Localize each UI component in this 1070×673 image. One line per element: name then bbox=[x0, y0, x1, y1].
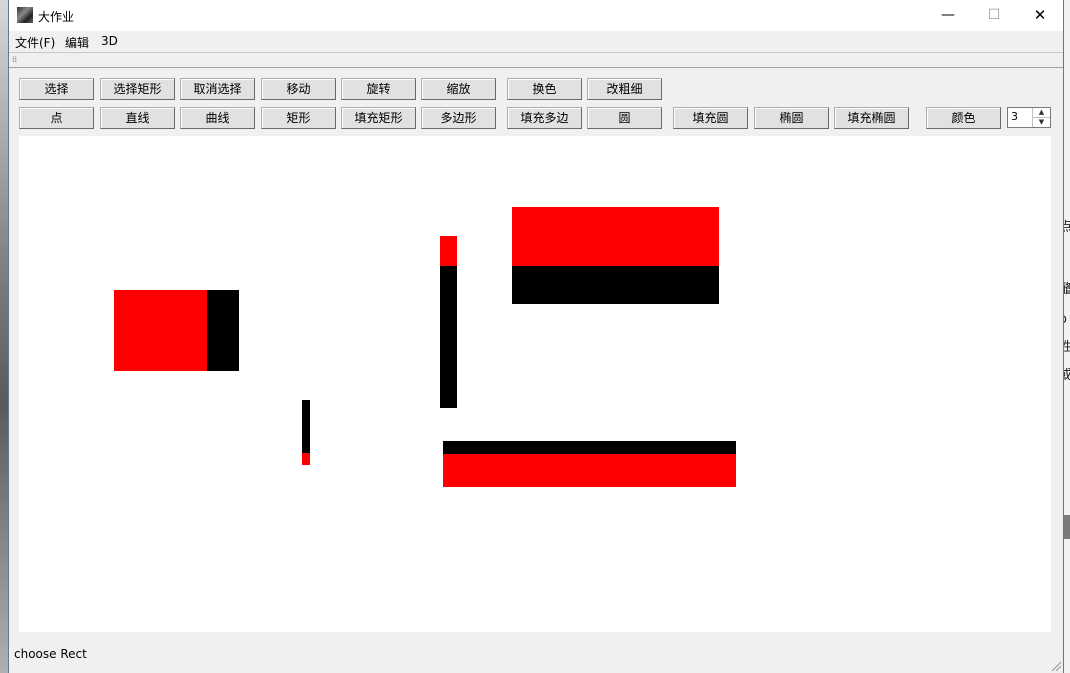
filled-rect-3-red[interactable] bbox=[440, 236, 457, 266]
window-title: 大作业 bbox=[38, 10, 75, 24]
color-button[interactable]: 颜色 bbox=[926, 107, 1001, 129]
filled-rect-2-red[interactable] bbox=[302, 453, 310, 465]
fill-circle-button[interactable]: 填充圆 bbox=[673, 107, 748, 129]
rotate-button[interactable]: 旋转 bbox=[341, 78, 416, 100]
point-button[interactable]: 点 bbox=[19, 107, 94, 129]
ellipse-button[interactable]: 椭圆 bbox=[754, 107, 829, 129]
filled-rect-1-red[interactable] bbox=[114, 290, 207, 371]
line-button[interactable]: 直线 bbox=[100, 107, 175, 129]
filled-rect-2-black[interactable] bbox=[302, 400, 310, 453]
filled-rect-5-red[interactable] bbox=[443, 454, 736, 487]
filled-rect-3-black[interactable] bbox=[440, 266, 457, 408]
circle-button[interactable]: 圆 bbox=[587, 107, 662, 129]
title-bar[interactable]: 大作业 — ☐ ✕ bbox=[9, 0, 1063, 31]
stepper-arrows: ▲ ▼ bbox=[1032, 108, 1050, 127]
stepper-up-icon[interactable]: ▲ bbox=[1033, 108, 1050, 118]
move-button[interactable]: 移动 bbox=[261, 78, 336, 100]
change-thickness-button[interactable]: 改粗细 bbox=[587, 78, 662, 100]
fill-rectangle-button[interactable]: 填充矩形 bbox=[341, 107, 416, 129]
menu-3d[interactable]: 3D bbox=[101, 34, 118, 48]
drawing-canvas[interactable] bbox=[19, 136, 1051, 632]
grip-icon: ⁞⁞ bbox=[12, 55, 18, 64]
status-text: choose Rect bbox=[14, 647, 87, 661]
resize-grip-icon[interactable] bbox=[1049, 659, 1061, 671]
line-width-stepper[interactable]: 3 ▲ ▼ bbox=[1007, 107, 1051, 128]
scale-button[interactable]: 缩放 bbox=[421, 78, 496, 100]
select-rect-button[interactable]: 选择矩形 bbox=[100, 78, 175, 100]
minimize-button[interactable]: — bbox=[925, 0, 971, 31]
deselect-button[interactable]: 取消选择 bbox=[180, 78, 255, 100]
line-width-value[interactable]: 3 bbox=[1011, 110, 1018, 123]
filled-rect-4-black[interactable] bbox=[512, 266, 719, 304]
select-button[interactable]: 选择 bbox=[19, 78, 94, 100]
filled-rect-4-red[interactable] bbox=[512, 207, 719, 266]
fill-polygon-button[interactable]: 填充多边 bbox=[507, 107, 582, 129]
app-icon bbox=[17, 7, 33, 23]
change-color-button[interactable]: 换色 bbox=[507, 78, 582, 100]
maximize-button[interactable]: ☐ bbox=[971, 0, 1017, 31]
close-button[interactable]: ✕ bbox=[1017, 0, 1063, 31]
toolbar-grip[interactable]: ⁞⁞ bbox=[9, 52, 1063, 68]
polygon-button[interactable]: 多边形 bbox=[421, 107, 496, 129]
menu-edit[interactable]: 编辑 bbox=[65, 34, 89, 51]
filled-rect-5-black[interactable] bbox=[443, 441, 736, 454]
fill-ellipse-button[interactable]: 填充椭圆 bbox=[834, 107, 909, 129]
menu-file[interactable]: 文件(F) bbox=[15, 34, 55, 51]
filled-rect-1-black[interactable] bbox=[207, 290, 239, 371]
menu-bar: 文件(F) 编辑 3D bbox=[9, 31, 1063, 52]
rectangle-button[interactable]: 矩形 bbox=[261, 107, 336, 129]
curve-button[interactable]: 曲线 bbox=[180, 107, 255, 129]
stepper-down-icon[interactable]: ▼ bbox=[1033, 118, 1050, 127]
app-window: 大作业 — ☐ ✕ 文件(F) 编辑 3D ⁞⁞ 选择 选择矩形 取消选择 移动… bbox=[8, 0, 1064, 673]
